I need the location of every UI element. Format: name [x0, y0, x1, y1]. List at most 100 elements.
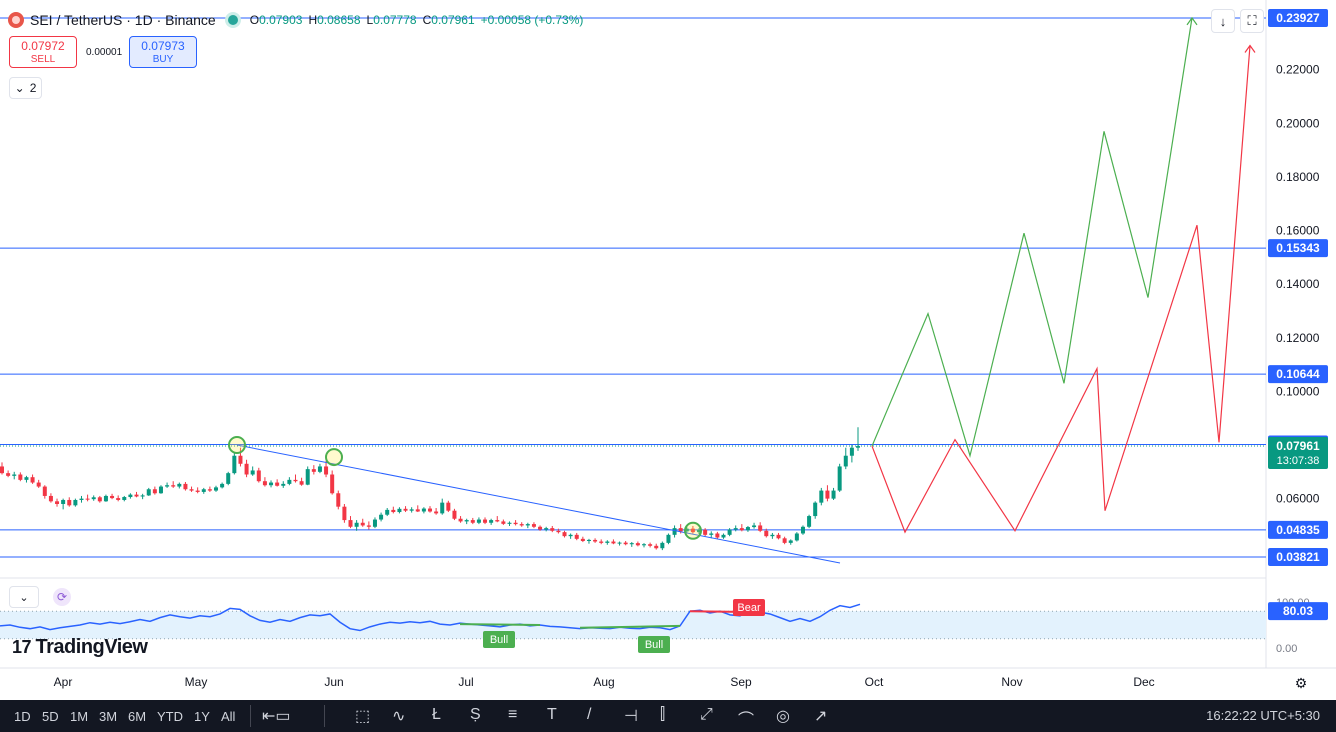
- candle-body: [856, 446, 860, 448]
- candle-body: [574, 534, 579, 539]
- candle-body: [727, 529, 732, 535]
- candle-body: [446, 502, 451, 511]
- fullscreen-icon[interactable]: ⛶: [1240, 9, 1264, 33]
- timeframe-all[interactable]: All: [221, 709, 235, 724]
- candle-body: [12, 474, 17, 476]
- candle-body: [146, 489, 151, 496]
- candle-body: [550, 528, 555, 531]
- candle-body: [831, 490, 836, 499]
- candle-body: [403, 508, 408, 511]
- candle-body: [629, 543, 634, 545]
- candle-body: [495, 520, 500, 522]
- candle-body: [556, 530, 561, 533]
- candle-body: [800, 526, 805, 534]
- projection-tool-icon[interactable]: ⤢: [700, 706, 713, 724]
- candle-body: [385, 509, 390, 515]
- timeframe-1m[interactable]: 1M: [70, 709, 88, 724]
- download-icon[interactable]: ↓: [1211, 9, 1235, 33]
- sell-button[interactable]: 0.07972 SELL: [9, 36, 77, 68]
- timeframe-5d[interactable]: 5D: [42, 709, 59, 724]
- candle-body: [79, 498, 84, 500]
- candle-body: [275, 482, 280, 486]
- timeframe-1y[interactable]: 1Y: [194, 709, 210, 724]
- measure-tool-icon[interactable]: ⫿: [660, 706, 665, 724]
- toolbar-separator: [250, 705, 251, 727]
- candle-body: [666, 534, 671, 543]
- brush-tool-icon[interactable]: ⌒: [738, 706, 754, 730]
- candle-body: [421, 508, 426, 512]
- candle-body: [85, 498, 90, 500]
- x-tick-label: Oct: [865, 675, 884, 689]
- x-tick-label: Aug: [593, 675, 614, 689]
- candle-body: [354, 522, 359, 527]
- indicator-value-label: 80.03: [1283, 604, 1313, 618]
- arrow-tool-icon[interactable]: ↗: [814, 706, 827, 726]
- candle-body: [6, 473, 11, 476]
- candle-body: [250, 470, 255, 475]
- long-position-icon[interactable]: Ł: [432, 706, 441, 724]
- level-price-label: 0.03821: [1276, 550, 1320, 564]
- clock: 16:22:22 UTC+5:30: [1206, 708, 1320, 723]
- indicator-refresh-icon[interactable]: ⟳: [53, 588, 71, 606]
- timeframe-6m[interactable]: 6M: [128, 709, 146, 724]
- date-range-icon[interactable]: ⇤▭: [262, 706, 291, 726]
- text-tool-icon[interactable]: T: [547, 706, 557, 724]
- touch-marker-circle: [684, 521, 702, 540]
- candle-body: [703, 529, 708, 535]
- candle-body: [654, 545, 659, 549]
- candle-body: [195, 490, 200, 492]
- y-tick-label: 0.12000: [1276, 331, 1320, 345]
- timeframe-ytd[interactable]: YTD: [157, 709, 183, 724]
- candle-body: [140, 495, 145, 497]
- candle-body: [18, 474, 23, 480]
- symbol-header[interactable]: SEI / TetherUS · 1D · Binance O0.07903 H…: [8, 10, 583, 30]
- short-position-icon[interactable]: Ṣ: [470, 706, 481, 724]
- buy-label: BUY: [152, 54, 174, 65]
- sell-price: 0.07972: [21, 39, 65, 53]
- candle-body: [476, 519, 481, 523]
- timeframe-3m[interactable]: 3M: [99, 709, 117, 724]
- countdown-label: 13:07:38: [1277, 455, 1320, 467]
- x-tick-label: Sep: [730, 675, 752, 689]
- timeframe-1d[interactable]: 1D: [14, 709, 31, 724]
- touch-marker-circle: [325, 448, 343, 467]
- y-tick-label: 0.14000: [1276, 277, 1320, 291]
- eye-tool-icon[interactable]: ◎: [776, 706, 790, 726]
- indicator-band: [0, 611, 1266, 639]
- x-tick-label: Jun: [324, 675, 343, 689]
- candle-body: [128, 494, 133, 498]
- candle-body: [244, 463, 249, 475]
- candle-body: [372, 519, 377, 527]
- candle-body: [617, 542, 622, 544]
- indicator-count: 2: [29, 81, 37, 95]
- settings-icon[interactable]: ⚙: [1292, 674, 1310, 692]
- candle-body: [807, 516, 812, 527]
- bear-projection-path: [871, 45, 1251, 534]
- fib-tool-icon[interactable]: ≡: [508, 706, 517, 724]
- candle-body: [635, 543, 640, 546]
- candle-body: [238, 455, 243, 464]
- touch-marker-circle: [228, 436, 246, 455]
- candle-body: [342, 506, 347, 521]
- ohlc-low-value: 0.07778: [373, 13, 417, 27]
- ohlc-close-key: C: [422, 13, 432, 27]
- last-price-label: 0.07961: [1276, 439, 1320, 453]
- ohlc-values: O0.07903 H0.08658 L0.07778 C0.07961 +0.0…: [250, 13, 584, 27]
- candle-body: [752, 525, 757, 528]
- candle-body: [660, 542, 665, 549]
- buy-button[interactable]: 0.07973 BUY: [129, 36, 197, 68]
- candle-body: [48, 495, 53, 502]
- indicator-pane-toggle[interactable]: ⌄: [9, 586, 39, 608]
- path-tool-icon[interactable]: ∿: [392, 706, 405, 726]
- trendline-tool-icon[interactable]: /: [587, 706, 591, 724]
- chart[interactable]: 0.06000 0.10000 0.12000 0.14000 0.16000 0.180…: [0, 0, 1336, 700]
- symbol-title[interactable]: SEI / TetherUS · 1D · Binance: [30, 12, 216, 28]
- candle-body: [97, 497, 102, 502]
- candle-body: [483, 519, 488, 523]
- candle-body: [788, 540, 793, 543]
- indicators-collapse-button[interactable]: ⌄ 2: [9, 77, 42, 99]
- candle-body: [501, 521, 506, 524]
- candle-body: [489, 520, 494, 523]
- rectangle-tool-icon[interactable]: ⬚: [355, 706, 370, 726]
- pitchfork-tool-icon[interactable]: ⊣: [624, 706, 638, 726]
